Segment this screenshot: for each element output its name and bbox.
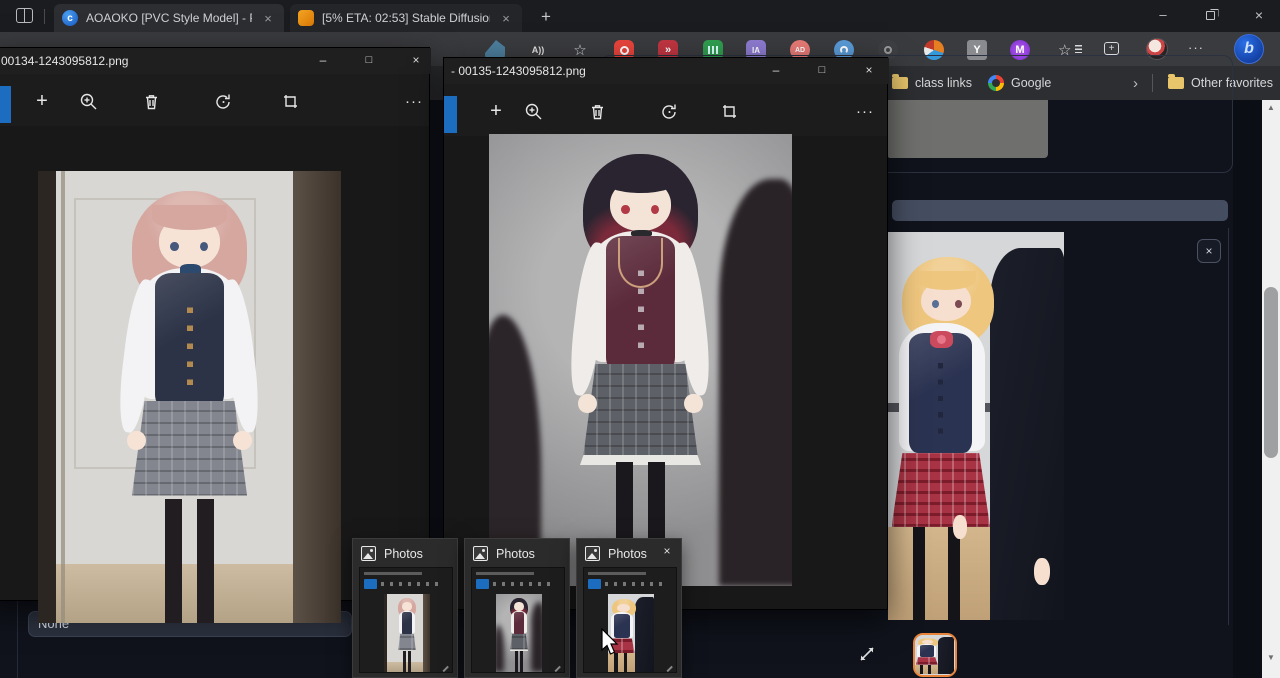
photos1-canvas — [0, 126, 429, 600]
new-tab-button[interactable]: + — [534, 6, 558, 28]
ring-glyph — [620, 46, 629, 55]
sd-selected-thumbnail[interactable] — [913, 633, 957, 677]
taskbar-preview-2[interactable]: Photos — [464, 538, 570, 678]
photos-app-icon — [361, 546, 376, 561]
browser-close-button[interactable]: × — [1244, 6, 1274, 26]
photos2-toolbar: + ··· — [444, 84, 887, 136]
add-to-album-icon[interactable]: + — [31, 90, 53, 112]
preview-close-button[interactable]: × — [658, 543, 676, 561]
tab-close-icon[interactable]: × — [498, 11, 514, 26]
photos-app-icon — [585, 546, 600, 561]
tab-search-icon[interactable] — [16, 8, 33, 23]
tab-label: AOAOKO [PVC Style Model] - PV — [86, 11, 252, 25]
sd-preview-image-blonde-girl[interactable] — [888, 232, 1064, 620]
zoom-in-icon[interactable] — [522, 100, 544, 122]
preview-label: Photos — [496, 547, 535, 561]
photos2-close-button[interactable]: × — [853, 60, 885, 82]
crop-icon[interactable] — [718, 100, 740, 122]
see-all-photos-button[interactable] — [444, 96, 457, 133]
see-more-icon[interactable]: ··· — [854, 100, 876, 122]
preview-window-snapshot — [583, 567, 677, 673]
sd-gallery-close-button[interactable]: × — [1197, 239, 1221, 263]
fullscreen-expand-icon[interactable] — [856, 643, 878, 665]
civitai-favicon: c — [62, 10, 78, 26]
photos-window-1: 00134-1243095812.png – □ × + ··· — [0, 47, 430, 601]
preview-label: Photos — [384, 547, 423, 561]
tab-close-icon[interactable]: × — [260, 11, 276, 26]
photos-window-2: - 00135-1243095812.png – □ × + ··· — [443, 57, 888, 610]
photos1-minimize-button[interactable]: – — [307, 50, 339, 72]
sd-gray-button[interactable] — [888, 100, 1048, 158]
sd-gallery-panel — [888, 228, 1229, 625]
collections-icon[interactable]: + — [1104, 42, 1119, 55]
rotate-icon[interactable] — [212, 90, 234, 112]
photo-00135-black-hair-girl[interactable] — [489, 134, 792, 586]
photos1-toolbar: + ··· — [0, 74, 429, 126]
photos2-title: - 00135-1243095812.png — [451, 64, 586, 78]
delete-icon[interactable] — [586, 100, 608, 122]
add-to-album-icon[interactable]: + — [485, 100, 507, 122]
blurred-figure — [719, 179, 792, 586]
taskbar-preview-1[interactable]: Photos — [352, 538, 458, 678]
sd-progress-bar — [892, 200, 1228, 221]
preview-window-snapshot — [471, 567, 565, 673]
list-lines — [1075, 45, 1082, 53]
photos2-minimize-button[interactable]: – — [760, 60, 792, 82]
crop-icon[interactable] — [279, 90, 301, 112]
preview-label: Photos — [608, 547, 647, 561]
sd-panel-border — [17, 601, 18, 678]
browser-minimize-button[interactable]: – — [1148, 6, 1178, 26]
browser-more-icon[interactable]: ··· — [1188, 40, 1204, 55]
desktop-screen: c AOAOKO [PVC Style Model] - PV × [5% ET… — [0, 0, 1280, 678]
photos1-title: 00134-1243095812.png — [1, 54, 128, 68]
browser-tab-bar: c AOAOKO [PVC Style Model] - PV × [5% ET… — [0, 0, 1280, 32]
eye-glyph — [884, 46, 892, 54]
columns-glyph — [708, 46, 718, 54]
photos1-maximize-button[interactable]: □ — [353, 50, 385, 72]
rotate-icon[interactable] — [658, 100, 680, 122]
sd-favicon — [298, 10, 314, 26]
bing-chat-icon[interactable]: b — [1234, 34, 1264, 64]
photos-app-icon — [473, 546, 488, 561]
scroll-up-arrow[interactable]: ▲ — [1262, 100, 1280, 116]
tab-label: [5% ETA: 02:53] Stable Diffusion — [322, 11, 490, 25]
scroll-down-arrow[interactable]: ▼ — [1262, 650, 1280, 666]
delete-icon[interactable] — [140, 90, 162, 112]
taskbar-preview-3[interactable]: Photos × — [576, 538, 682, 678]
swirl-glyph — [840, 46, 848, 54]
sd-page-margin — [1233, 100, 1262, 678]
suited-figure — [990, 248, 1064, 620]
photos2-maximize-button[interactable]: □ — [806, 60, 838, 82]
photos1-title-bar[interactable]: 00134-1243095812.png – □ × — [0, 48, 431, 74]
restore-icon — [1206, 11, 1215, 20]
photos2-title-bar[interactable]: - 00135-1243095812.png – □ × — [444, 58, 889, 84]
see-all-photos-button[interactable] — [0, 86, 11, 123]
tab-stable-diffusion[interactable]: [5% ETA: 02:53] Stable Diffusion × — [290, 4, 522, 32]
photo-00134-pink-hair-girl[interactable] — [38, 171, 341, 623]
scrollbar-thumb[interactable] — [1264, 287, 1278, 458]
divider — [44, 9, 45, 24]
preview-window-snapshot — [359, 567, 453, 673]
see-more-icon[interactable]: ··· — [403, 90, 425, 112]
browser-restore-button[interactable] — [1196, 6, 1226, 26]
photos1-close-button[interactable]: × — [400, 50, 432, 72]
mouse-cursor — [600, 628, 622, 658]
thumbnail-image — [915, 635, 954, 674]
tab-civitai[interactable]: c AOAOKO [PVC Style Model] - PV × — [54, 4, 284, 32]
zoom-in-icon[interactable] — [77, 90, 99, 112]
